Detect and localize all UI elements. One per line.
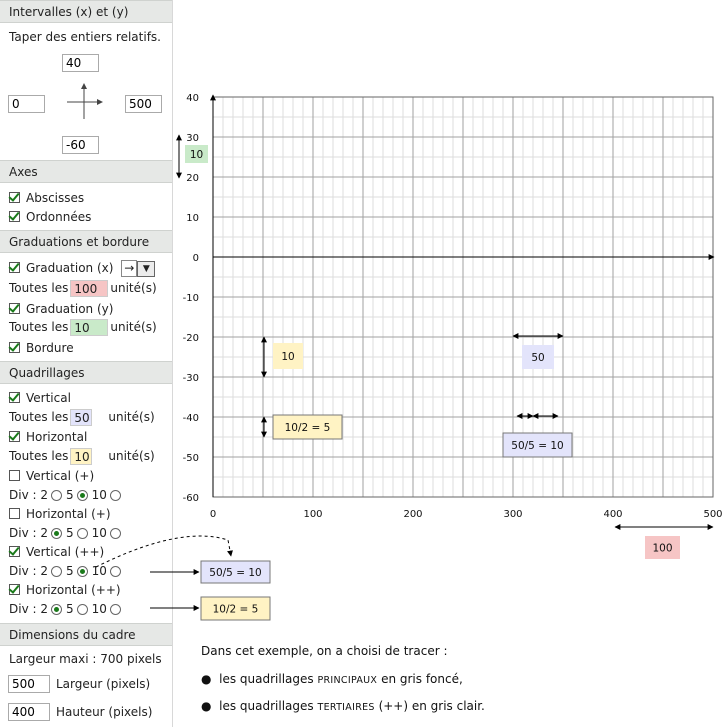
bullet-1-text-a: les quadrillages <box>219 672 314 686</box>
main-v-label-text: 50 <box>531 352 544 364</box>
y-tick-label: 10 <box>186 213 199 224</box>
graph-canvas: 403020100-10-20-30-40-50-600 100 200 300 400… <box>95 93 722 621</box>
bullet-2-text-c: (++) en gris clair. <box>378 699 485 713</box>
notes-intro: Dans cet exemple, on a choisi de tracer … <box>201 644 448 658</box>
notes-bullet-2: ● les quadrillages TERTIAIRES (++) en gr… <box>201 699 485 713</box>
bullet-2-text-a: les quadrillages <box>219 699 314 713</box>
x-tick-label: 100 <box>303 509 322 520</box>
bullet-icon: ● <box>201 672 220 686</box>
callout-h-text: 10/2 = 5 <box>213 604 259 616</box>
y-tick-label: 20 <box>186 173 199 184</box>
x-grad-label-text: 100 <box>652 543 672 555</box>
x-tick-label: 400 <box>603 509 622 520</box>
tert-h-label-text: 10/2 = 5 <box>285 422 331 434</box>
x-tick-label: 300 <box>503 509 522 520</box>
bullet-2-text-b: TERTIAIRES <box>317 702 375 713</box>
main-h-label-text: 10 <box>281 351 294 363</box>
callout-v-text: 50/5 = 10 <box>209 567 261 579</box>
bullet-icon: ● <box>201 699 220 713</box>
x-tick-label: 200 <box>403 509 422 520</box>
y-tick-label: -40 <box>183 413 199 424</box>
y-tick-label: 30 <box>186 133 199 144</box>
y-tick-label: 0 <box>193 253 199 264</box>
y-tick-label: -20 <box>183 333 199 344</box>
y-tick-label: -50 <box>183 453 199 464</box>
x-tick-label: 0 <box>210 509 216 520</box>
y-tick-label: -10 <box>183 293 199 304</box>
y-tick-label: 40 <box>186 93 199 104</box>
x-tick-label: 500 <box>703 509 722 520</box>
y-tick-label: -60 <box>183 493 199 504</box>
tert-v-label-text: 50/5 = 10 <box>511 440 563 452</box>
bullet-1-text-c: en gris foncé, <box>381 672 463 686</box>
notes-bullet-1: ● les quadrillages PRINCIPAUX en gris fo… <box>201 672 463 686</box>
y-tick-label: -30 <box>183 373 199 384</box>
y-grad-label-text: 10 <box>190 149 203 161</box>
bullet-1-text-b: PRINCIPAUX <box>317 675 378 686</box>
